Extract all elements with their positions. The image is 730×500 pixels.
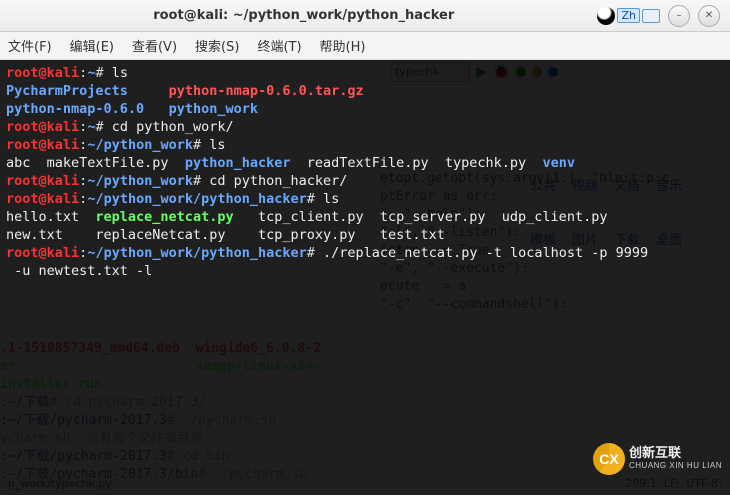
terminal-line: root@kali:~/python_work# cd python_hacke… [6,172,724,190]
watermark-logo: CX [593,443,625,475]
menubar: 文件(F) 编辑(E) 查看(V) 搜索(S) 终端(T) 帮助(H) [0,32,730,60]
terminal-line: root@kali:~/python_work/python_hacker# .… [6,244,724,262]
terminal-line: root@kali:~/python_work/python_hacker# l… [6,190,724,208]
terminal-line: PycharmProjects python-nmap-0.6.0.tar.gz [6,82,724,100]
terminal-line: abc makeTextFile.py python_hacker readTe… [6,154,724,172]
watermark-en: CHUANG XIN HU LIAN [629,459,722,472]
minimize-button[interactable]: – [668,5,690,27]
menu-help[interactable]: 帮助(H) [320,36,366,55]
menu-terminal[interactable]: 终端(T) [257,36,301,55]
terminal-line: root@kali:~# ls [6,64,724,82]
watermark-cn: 创新互联 [629,446,722,459]
terminal-content[interactable]: root@kali:~# lsPycharmProjects python-nm… [6,64,724,280]
menu-search[interactable]: 搜索(S) [195,36,239,55]
terminal-line: python-nmap-0.6.0 python_work [6,100,724,118]
menu-edit[interactable]: 编辑(E) [70,36,114,55]
close-button[interactable]: ✕ [698,5,720,27]
watermark: CX 创新互联 CHUANG XIN HU LIAN [593,443,722,475]
terminal-line: -u newtest.txt -l [6,262,724,280]
titlebar: root@kali: ~/python_work/python_hacker Z… [0,0,730,32]
penguin-icon [597,7,615,25]
terminal-line: root@kali:~/python_work# ls [6,136,724,154]
keyboard-icon[interactable] [642,9,660,23]
window-title: root@kali: ~/python_work/python_hacker [10,8,597,23]
terminal[interactable]: typechk ▶ 🐞 公共 视频 文档 音乐 模板 图片 下载 桌面 etop… [0,60,730,495]
terminal-line: root@kali:~# cd python_work/ [6,118,724,136]
menu-view[interactable]: 查看(V) [132,36,177,55]
terminal-line: hello.txt replace_netcat.py tcp_client.p… [6,208,724,226]
tray-icons: Zh [597,7,660,25]
ime-indicator[interactable]: Zh [617,8,640,23]
menu-file[interactable]: 文件(F) [8,36,52,55]
terminal-line: new.txt replaceNetcat.py tcp_proxy.py te… [6,226,724,244]
